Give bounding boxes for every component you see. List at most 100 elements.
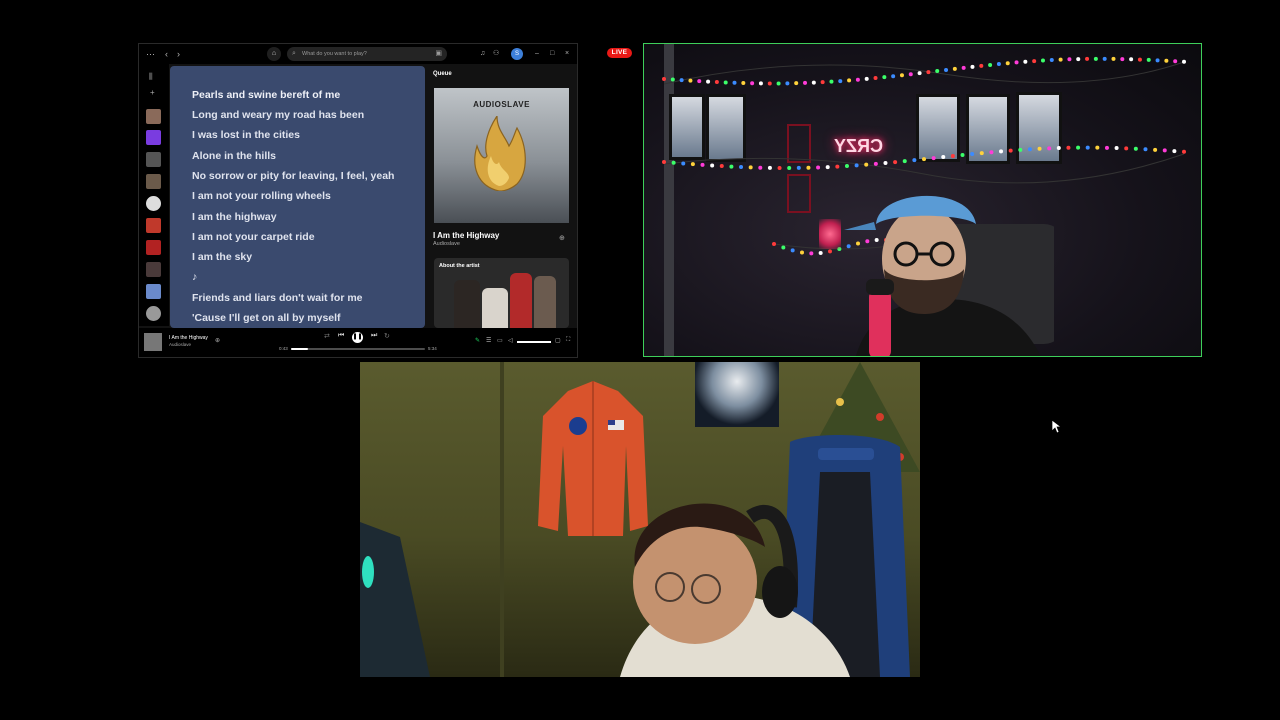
- string-light-bulb: [970, 64, 975, 69]
- string-light-bulb: [806, 165, 811, 170]
- string-light-bulb: [697, 79, 702, 84]
- now-playing-song[interactable]: I Am the Highway: [169, 335, 208, 341]
- string-light-bulb: [891, 74, 896, 79]
- string-light-bulb: [662, 77, 666, 81]
- lyric-line[interactable]: I was lost in the cities: [192, 129, 300, 141]
- string-light-bulb: [809, 251, 814, 256]
- back-arrow-icon[interactable]: ‹: [165, 47, 168, 61]
- string-light-bulb: [825, 165, 830, 170]
- artist-thumb[interactable]: [146, 196, 161, 211]
- bell-icon[interactable]: ♫: [480, 47, 485, 61]
- string-light-bulb: [1093, 56, 1098, 61]
- repeat-icon[interactable]: ↻: [384, 332, 390, 340]
- playlist-thumb[interactable]: [146, 218, 161, 233]
- string-light-bulb: [1133, 146, 1138, 151]
- progress-bar[interactable]: [291, 348, 425, 350]
- string-light-bulb: [988, 62, 993, 67]
- string-light-bulb: [700, 162, 705, 167]
- queue-artist-name[interactable]: Audioslave: [433, 241, 460, 247]
- browse-icon[interactable]: ▣: [435, 47, 442, 61]
- maximize-icon[interactable]: □: [550, 47, 554, 61]
- string-light-bulb: [800, 250, 804, 255]
- volume-slider[interactable]: [517, 341, 551, 343]
- string-light-bulb: [777, 165, 782, 170]
- lyric-line[interactable]: I am the sky: [192, 251, 252, 263]
- about-artist-label: About the artist: [439, 263, 480, 269]
- previous-icon[interactable]: ⏮: [338, 332, 344, 340]
- string-light-bulb: [1111, 56, 1116, 61]
- now-playing-thumb[interactable]: [144, 333, 162, 351]
- close-icon[interactable]: ×: [565, 47, 569, 61]
- playlist-thumb[interactable]: [146, 174, 161, 189]
- lyric-line[interactable]: Friends and liars don't wait for me: [192, 292, 363, 304]
- lyric-line[interactable]: Pearls and swine bereft of me: [192, 89, 340, 101]
- lyric-line[interactable]: Long and weary my road has been: [192, 109, 364, 121]
- string-light-bulb: [785, 81, 790, 86]
- miniplayer-icon[interactable]: ▢: [555, 337, 561, 344]
- string-light-bulb: [1047, 146, 1052, 151]
- string-light-bulb: [1146, 57, 1151, 62]
- string-light-bulb: [847, 78, 852, 83]
- liked-songs-thumb[interactable]: [146, 130, 161, 145]
- shuffle-icon[interactable]: ⇄: [324, 332, 330, 340]
- volume-icon[interactable]: ◁: [508, 337, 513, 344]
- string-light-bulb: [952, 66, 957, 71]
- lyric-line[interactable]: I am not your carpet ride: [192, 231, 315, 243]
- string-light-bulb: [758, 81, 763, 86]
- string-light-bulb: [767, 165, 772, 170]
- playlist-thumb[interactable]: [146, 240, 161, 255]
- friends-icon[interactable]: ⚇: [493, 47, 499, 61]
- string-light-bulb: [803, 80, 808, 85]
- lyrics-icon[interactable]: ✎: [475, 337, 480, 344]
- playlist-thumb[interactable]: [146, 152, 161, 167]
- menu-dots-icon[interactable]: ⋯: [146, 47, 155, 61]
- string-light-bulb: [1124, 146, 1129, 151]
- string-light-bulb: [989, 150, 994, 155]
- string-light-bulb: [706, 79, 711, 84]
- lyric-line[interactable]: No sorrow or pity for leaving, I feel, y…: [192, 170, 394, 182]
- playlist-thumb[interactable]: [146, 262, 161, 277]
- queue-panel: Queue AUDIOSLAVE I Am the Highway Audios…: [431, 66, 573, 328]
- pause-button[interactable]: ❚❚: [352, 332, 363, 343]
- string-light-bulb: [1027, 147, 1032, 152]
- string-light-bulb: [1032, 59, 1037, 64]
- string-light-bulb: [1120, 57, 1125, 62]
- next-icon[interactable]: ⏭: [371, 332, 377, 340]
- now-playing-artist[interactable]: Audioslave: [169, 342, 191, 347]
- fullscreen-icon[interactable]: ⛶: [566, 337, 570, 344]
- queue-title: Queue: [433, 71, 452, 77]
- about-artist-card[interactable]: About the artist: [434, 258, 569, 328]
- lyric-line[interactable]: I am the highway: [192, 211, 277, 223]
- connect-device-icon[interactable]: ▭: [497, 337, 503, 344]
- string-light-bulb: [723, 80, 728, 85]
- minimize-icon[interactable]: –: [535, 47, 539, 61]
- string-light-bulb: [790, 248, 795, 253]
- string-light-bulb: [979, 63, 984, 68]
- string-light-bulb: [758, 165, 763, 170]
- forward-arrow-icon[interactable]: ›: [177, 47, 180, 61]
- add-to-playlist-icon[interactable]: ⊕: [215, 337, 220, 344]
- avatar[interactable]: S: [511, 48, 523, 60]
- playlist-thumb[interactable]: [146, 109, 161, 124]
- string-light-bulb: [855, 77, 860, 82]
- queue-song-title[interactable]: I Am the Highway: [433, 231, 499, 240]
- string-light-bulb: [1008, 148, 1013, 153]
- search-input[interactable]: ⌕ What do you want to play? ▣: [287, 47, 447, 61]
- string-light-bulb: [741, 81, 746, 86]
- string-light-bulb: [1049, 58, 1054, 63]
- artist-thumb[interactable]: [146, 306, 161, 321]
- lyric-line[interactable]: Alone in the hills: [192, 150, 276, 162]
- queue-icon[interactable]: ☰: [486, 337, 491, 344]
- string-light-bulb: [979, 151, 984, 156]
- string-light-bulb: [1056, 146, 1061, 151]
- library-icon[interactable]: ⫼: [149, 72, 153, 82]
- add-icon[interactable]: +: [150, 88, 155, 97]
- spotify-topbar: ⋯ ‹ › ⌂ ⌕ What do you want to play? ▣ ♫ …: [139, 44, 577, 64]
- lyric-line[interactable]: 'Cause I'll get on all by myself: [192, 312, 341, 324]
- home-button[interactable]: ⌂: [267, 47, 281, 61]
- progress-fill: [291, 348, 309, 350]
- lyric-line[interactable]: ♪: [192, 271, 197, 283]
- add-to-library-icon[interactable]: ⊕: [559, 234, 565, 242]
- playlist-thumb[interactable]: [146, 284, 161, 299]
- lyric-line[interactable]: I am not your rolling wheels: [192, 190, 331, 202]
